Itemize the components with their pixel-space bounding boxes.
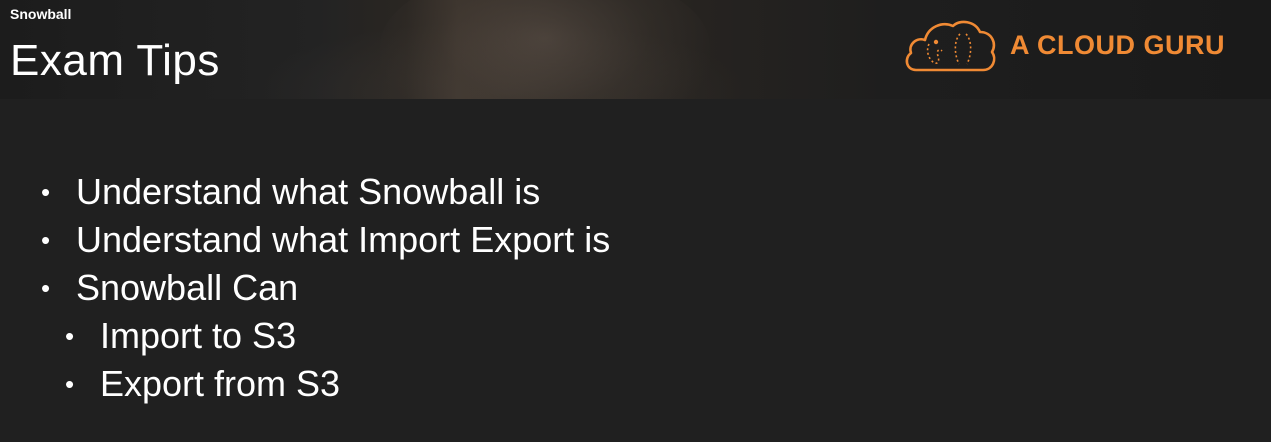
- brand-logo: A CLOUD GURU: [902, 18, 1252, 74]
- bullet-text: Snowball Can: [76, 267, 299, 308]
- brand-name: A CLOUD GURU: [1010, 30, 1225, 60]
- slide-header: Snowball Exam Tips A CLOUD GURU: [0, 0, 1271, 99]
- sub-bullet-text: Import to S3: [100, 315, 297, 356]
- slide: Snowball Exam Tips A CLOUD GURU • Unders…: [0, 0, 1271, 442]
- sub-bullet-text: Export from S3: [100, 363, 341, 404]
- slide-title: Exam Tips: [10, 36, 220, 85]
- bullet-item: • Understand what Import Export is: [0, 216, 1271, 264]
- bullet-dot-icon: •: [41, 273, 51, 303]
- presenter-silhouette: [380, 0, 710, 99]
- section-label: Snowball: [10, 6, 72, 22]
- bullet-text: Understand what Snowball is: [76, 171, 541, 212]
- bullet-item: • Snowball Can: [0, 264, 1271, 312]
- sub-bullet-item: • Export from S3: [0, 360, 1271, 408]
- cloud-icon: [905, 20, 996, 72]
- bullet-dot-icon: •: [65, 321, 75, 351]
- bullet-dot-icon: •: [41, 225, 51, 255]
- bullet-dot-icon: •: [41, 177, 51, 207]
- bullet-dot-icon: •: [65, 369, 75, 399]
- bullet-text: Understand what Import Export is: [76, 219, 611, 260]
- bullet-list: • Understand what Snowball is • Understa…: [0, 168, 1271, 408]
- bullet-item: • Understand what Snowball is: [0, 168, 1271, 216]
- sub-bullet-item: • Import to S3: [0, 312, 1271, 360]
